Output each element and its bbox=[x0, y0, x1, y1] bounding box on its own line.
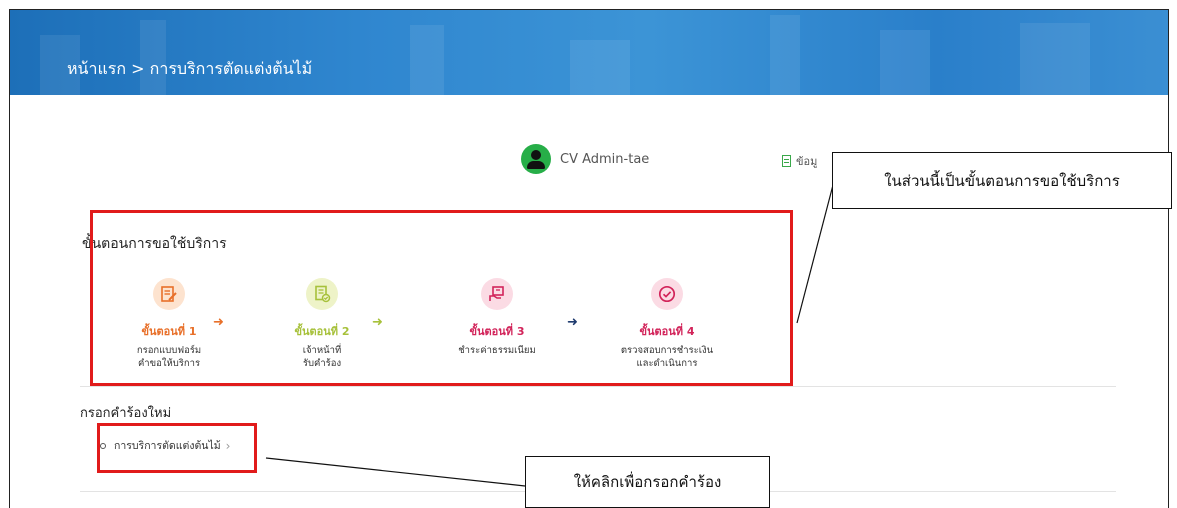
annotation-lines bbox=[265, 184, 834, 487]
click-callout: ให้คลิกเพื่อกรอกคำร้อง bbox=[525, 456, 770, 508]
steps-callout: ในส่วนนี้เป็นขั้นตอนการขอใช้บริการ bbox=[832, 152, 1172, 209]
